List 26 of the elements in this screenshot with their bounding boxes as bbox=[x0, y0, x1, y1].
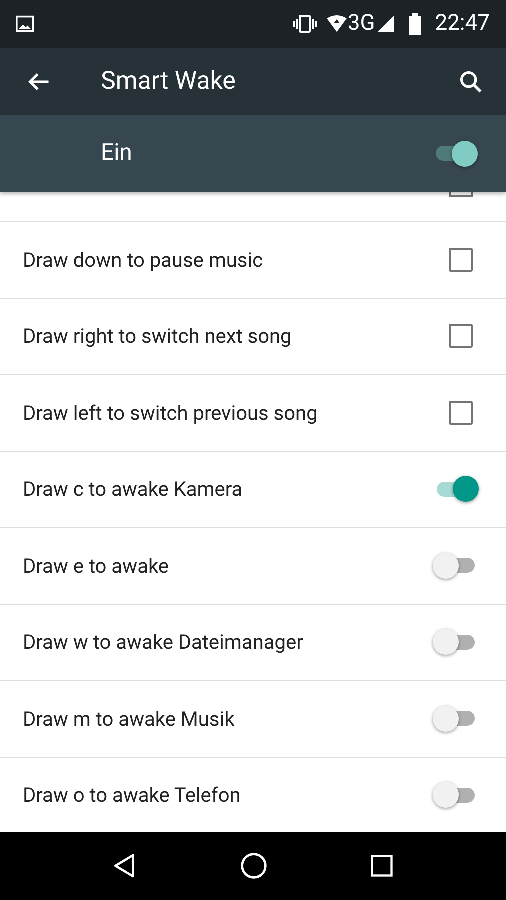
vibrate-icon bbox=[292, 14, 318, 34]
battery-icon bbox=[409, 13, 422, 35]
search-icon bbox=[458, 68, 484, 94]
checkbox[interactable] bbox=[449, 324, 473, 348]
setting-label: Draw left to switch previous song bbox=[23, 400, 319, 427]
checkbox-edge-icon bbox=[449, 192, 473, 197]
circle-icon bbox=[240, 852, 268, 880]
master-switch-label: Ein bbox=[101, 138, 134, 168]
image-icon bbox=[16, 15, 34, 33]
network-type: 3G bbox=[348, 13, 376, 35]
setting-label: Draw e to awake bbox=[23, 552, 170, 580]
setting-label: Draw w to awake Dateimanager bbox=[23, 629, 304, 656]
setting-label: Draw m to awake Musik bbox=[23, 706, 236, 733]
setting-label: Draw down to pause music bbox=[23, 246, 264, 274]
checkbox[interactable] bbox=[449, 248, 473, 272]
square-icon bbox=[369, 853, 396, 879]
recents-button[interactable] bbox=[369, 853, 396, 879]
setting-label: Draw o to awake Telefon bbox=[23, 782, 242, 810]
screen-title: Smart Wake bbox=[101, 66, 237, 98]
setting-label: Draw right to switch next song bbox=[23, 323, 293, 350]
signal-icon bbox=[377, 15, 396, 33]
home-button[interactable] bbox=[240, 852, 268, 880]
checkbox[interactable] bbox=[449, 400, 473, 425]
wifi-icon bbox=[326, 15, 348, 33]
setting-label: Draw c to awake Kamera bbox=[23, 476, 244, 504]
clock: 22:47 bbox=[435, 13, 490, 35]
